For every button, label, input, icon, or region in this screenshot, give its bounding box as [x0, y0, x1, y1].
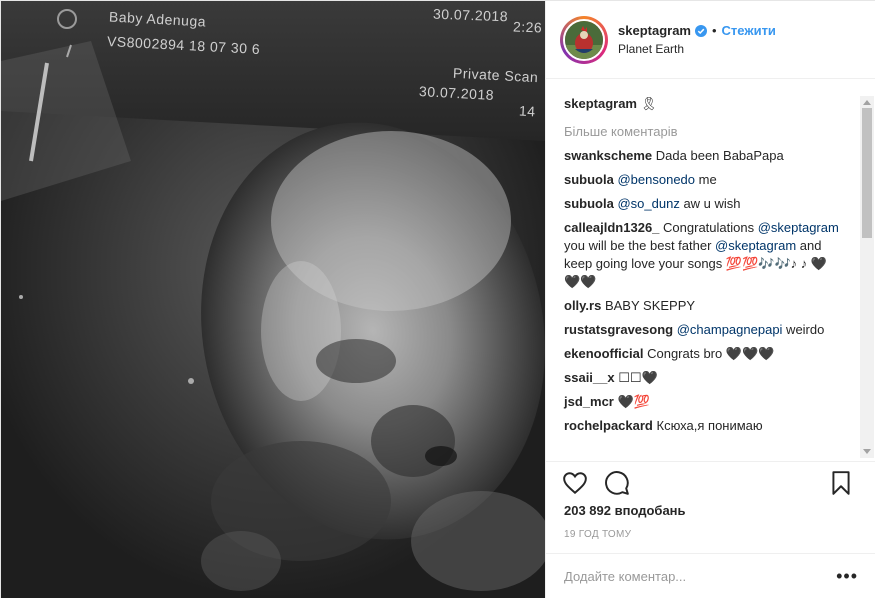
post-timestamp[interactable]: 19 ГОД ТОМУ	[564, 529, 631, 540]
comment-username[interactable]: rochelpackard	[564, 418, 653, 433]
post-caption: skeptagram 🎗	[564, 96, 858, 112]
comments-list[interactable]: skeptagram 🎗 Більше коментарів swanksche…	[546, 80, 875, 458]
comment-item: calleajldn1326_ Congratulations @skeptag…	[564, 219, 842, 291]
comment-bubble-icon[interactable]	[604, 470, 630, 496]
comment-username[interactable]: olly.rs	[564, 298, 601, 313]
instagram-post: Baby Adenuga VS8002894 18 07 30 6 30.07.…	[0, 0, 875, 598]
post-header: skeptagram • Стежити Planet Earth	[546, 1, 875, 79]
comment-item: rustatsgravesong @champagnepapi weirdo	[564, 321, 842, 339]
comment-username[interactable]: subuola	[564, 172, 614, 187]
comment-text: Congrats bro 🖤🖤🖤	[647, 346, 775, 361]
comment-username[interactable]: swankscheme	[564, 148, 652, 163]
comment-item: subuola @bensonedo me	[564, 171, 842, 189]
scan-date-top: 30.07.2018	[432, 5, 509, 25]
comments-scrollbar[interactable]	[860, 96, 874, 458]
comment-username[interactable]: ssaii__x	[564, 370, 615, 385]
add-comment-bar: •••	[546, 553, 875, 598]
scroll-down-arrow-icon[interactable]	[863, 449, 871, 454]
comment-text: Dada been BabaPapa	[655, 148, 784, 163]
comment-mention[interactable]: @skeptagram	[715, 238, 796, 253]
comment-text: Ксюха,я понимаю	[656, 418, 763, 433]
load-more-comments-button[interactable]: Більше коментарів	[564, 124, 858, 139]
separator-dot: •	[711, 23, 717, 38]
comment-username[interactable]: ekenoofficial	[564, 346, 643, 361]
bookmark-icon[interactable]	[828, 470, 854, 496]
comment-username[interactable]: calleajldn1326_	[564, 220, 659, 235]
comment-item: olly.rs BABY SKEPPY	[564, 297, 842, 315]
follow-button[interactable]: Стежити	[722, 23, 776, 38]
comment-text: you will be the best father	[564, 238, 716, 253]
comment-item: ssaii__x ☐☐🖤	[564, 369, 842, 387]
avatar[interactable]	[563, 18, 605, 61]
comment-text: weirdo	[782, 322, 825, 337]
comment-item: subuola @so_dunz aw u wish	[564, 195, 842, 213]
heart-icon[interactable]	[562, 470, 588, 496]
caption-username[interactable]: skeptagram	[564, 96, 637, 111]
comment-mention[interactable]: @bensonedo	[617, 172, 695, 187]
comment-mention[interactable]: @champagnepapi	[677, 322, 783, 337]
rooster-avatar-icon	[565, 20, 603, 59]
comment-input[interactable]	[564, 569, 837, 584]
comment-item: rochelpackard Ксюха,я понимаю	[564, 417, 842, 435]
comment-mention[interactable]: @skeptagram	[758, 220, 839, 235]
caption-text: 🎗	[640, 96, 658, 111]
scan-time: 2:26	[512, 18, 543, 36]
story-ring[interactable]	[560, 15, 608, 64]
comment-text: BABY SKEPPY	[604, 298, 696, 313]
comment-mention[interactable]: @so_dunz	[617, 196, 679, 211]
comment-text: ☐☐🖤	[618, 370, 658, 385]
likes-count[interactable]: 203 892 вподобань	[564, 503, 686, 518]
comment-item: jsd_mcr 🖤💯	[564, 393, 842, 411]
scrollbar-thumb[interactable]	[862, 108, 872, 238]
comment-username[interactable]: subuola	[564, 196, 614, 211]
scroll-up-arrow-icon[interactable]	[863, 100, 871, 105]
location-link[interactable]: Planet Earth	[618, 42, 776, 56]
comment-username[interactable]: jsd_mcr	[564, 394, 614, 409]
header-top: skeptagram • Стежити	[618, 23, 776, 38]
comment-text: aw u wish	[679, 196, 741, 211]
post-side-panel: skeptagram • Стежити Planet Earth skepta…	[545, 1, 875, 598]
comment-text: 🖤💯	[617, 394, 650, 409]
more-options-icon[interactable]: •••	[836, 566, 858, 587]
comment-item: swankscheme Dada been BabaPapa	[564, 147, 842, 165]
comment-username[interactable]: rustatsgravesong	[564, 322, 673, 337]
verified-badge-icon	[694, 24, 707, 37]
header-info: skeptagram • Стежити Planet Earth	[618, 23, 776, 56]
header-username[interactable]: skeptagram	[618, 23, 691, 38]
post-photo[interactable]: Baby Adenuga VS8002894 18 07 30 6 30.07.…	[1, 1, 545, 598]
post-actions	[546, 461, 875, 501]
comment-item: ekenoofficial Congrats bro 🖤🖤🖤	[564, 345, 842, 363]
comment-text: me	[695, 172, 717, 187]
comment-text: Congratulations	[663, 220, 758, 235]
scan-number: 14	[518, 102, 536, 120]
